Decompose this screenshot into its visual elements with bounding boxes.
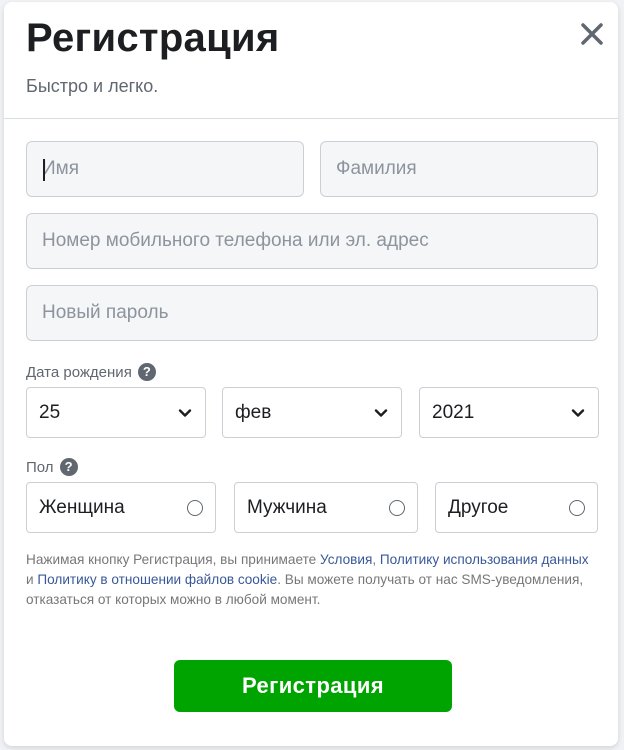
dialog-header: Регистрация Быстро и легко. xyxy=(4,2,618,119)
gender-option-label: Женщина xyxy=(39,496,125,518)
radio-circle[interactable] xyxy=(389,499,405,516)
birthdate-label: Дата рождения ? xyxy=(26,363,156,381)
chevron-down-icon xyxy=(178,408,192,417)
birth-month-select[interactable]: фев xyxy=(222,387,402,438)
terms-text-part: Нажимая кнопку Регистрация, вы принимает… xyxy=(26,552,320,567)
signup-button[interactable]: Регистрация xyxy=(174,660,452,712)
terms-text-part: и xyxy=(26,572,38,587)
first-name-input[interactable] xyxy=(26,141,304,197)
question-circle-icon[interactable]: ? xyxy=(137,363,156,381)
phone-or-email-input[interactable] xyxy=(26,213,598,269)
gender-label: Пол ? xyxy=(26,458,78,476)
terms-text: Нажимая кнопку Регистрация, вы принимает… xyxy=(26,550,598,610)
cookie-policy-link[interactable]: Политику в отношении файлов cookie xyxy=(37,572,277,587)
gender-option-label: Мужчина xyxy=(247,496,327,518)
page-subtitle: Быстро и легко. xyxy=(26,76,159,96)
page-title: Регистрация xyxy=(26,16,280,60)
new-password-input[interactable] xyxy=(26,285,598,341)
last-name-input[interactable] xyxy=(320,141,598,197)
close-icon[interactable] xyxy=(576,18,608,50)
radio-circle[interactable] xyxy=(187,499,203,516)
data-policy-link[interactable]: Политику использования данных xyxy=(380,552,589,567)
gender-option-label: Другое xyxy=(448,496,509,518)
chevron-down-icon xyxy=(571,408,585,417)
birth-year-select[interactable]: 2021 xyxy=(419,387,599,438)
text-cursor xyxy=(43,159,45,181)
gender-option-male[interactable]: Мужчина xyxy=(234,482,418,533)
birth-day-value: 25 xyxy=(39,401,61,423)
birth-year-value: 2021 xyxy=(432,401,475,423)
birth-month-value: фев xyxy=(235,401,272,423)
chevron-down-icon xyxy=(374,408,388,417)
gender-label-text: Пол xyxy=(26,458,54,476)
terms-link[interactable]: Условия xyxy=(320,552,372,567)
signup-dialog: Регистрация Быстро и легко. Дата рождени… xyxy=(4,2,618,746)
terms-text-part: , xyxy=(372,552,380,567)
gender-option-female[interactable]: Женщина xyxy=(26,482,216,533)
birthdate-label-text: Дата рождения xyxy=(26,363,132,381)
question-circle-icon[interactable]: ? xyxy=(59,458,78,476)
gender-option-other[interactable]: Другое xyxy=(435,482,598,533)
radio-circle[interactable] xyxy=(569,499,585,516)
birth-day-select[interactable]: 25 xyxy=(26,387,206,438)
